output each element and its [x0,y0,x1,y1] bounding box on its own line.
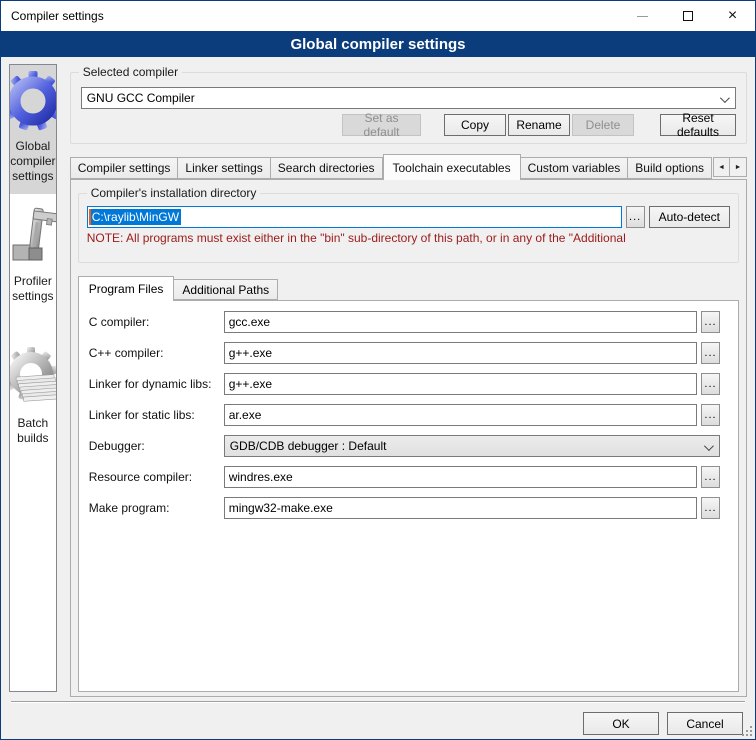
dialog-header-title: Global compiler settings [290,36,465,53]
sidebar-item-batch-builds[interactable]: Batch builds [10,340,56,456]
installation-directory-group: Compiler's installation directory C:\ray… [78,193,739,263]
sidebar-item-profiler-settings[interactable]: Profiler settings [10,198,56,314]
tab-search-directories[interactable]: Search directories [271,157,383,179]
sidebar-item-label: Batch builds [12,416,54,446]
maximize-icon [683,11,693,21]
dynamic-linker-label: Linker for dynamic libs: [89,377,224,391]
selected-compiler-group: Selected compiler GNU GCC Compiler Set a… [70,72,747,144]
tab-scroll-right-button[interactable]: ► [730,157,747,177]
minimize-button[interactable] [620,1,665,31]
program-files-panel: C compiler: ... C++ compiler: ... Linker… [78,300,739,692]
make-program-label: Make program: [89,501,224,515]
resource-compiler-input[interactable] [224,466,697,488]
cancel-button[interactable]: Cancel [667,712,743,735]
static-linker-row: Linker for static libs: ... [89,404,720,426]
tab-custom-variables[interactable]: Custom variables [521,157,629,179]
cpp-compiler-input[interactable] [224,342,697,364]
minimize-icon [637,16,648,17]
resource-compiler-label: Resource compiler: [89,470,224,484]
cpp-compiler-row: C++ compiler: ... [89,342,720,364]
dialog-header: Global compiler settings [1,31,755,57]
tab-linker-settings[interactable]: Linker settings [178,157,270,179]
set-as-default-button[interactable]: Set as default [342,114,421,136]
static-linker-browse-button[interactable]: ... [701,404,720,426]
compiler-select-value: GNU GCC Compiler [87,91,195,105]
resize-grip-icon[interactable] [740,724,752,736]
sidebar-item-global-compiler-settings[interactable]: Global compiler settings [10,65,56,194]
settings-tab-strip: Compiler settings Linker settings Search… [70,153,747,179]
arrow-right-icon: ► [735,164,742,171]
caliper-icon [9,204,57,268]
tab-compiler-settings[interactable]: Compiler settings [70,157,179,179]
reset-defaults-button[interactable]: Reset defaults [660,114,736,136]
c-compiler-row: C compiler: ... [89,311,720,333]
sidebar-item-label: Global compiler settings [10,139,55,184]
ok-button[interactable]: OK [583,712,659,735]
installation-directory-input[interactable]: C:\raylib\MinGW [87,206,622,228]
auto-detect-button[interactable]: Auto-detect [649,206,730,228]
close-button[interactable]: × [710,1,755,31]
make-program-browse-button[interactable]: ... [701,497,720,519]
dynamic-linker-browse-button[interactable]: ... [701,373,720,395]
compiler-select[interactable]: GNU GCC Compiler [81,87,736,109]
cpp-compiler-label: C++ compiler: [89,346,224,360]
static-linker-input[interactable] [224,404,697,426]
bin-subdirectory-note: NOTE: All programs must exist either in … [87,231,730,245]
rename-button[interactable]: Rename [508,114,570,136]
resource-compiler-row: Resource compiler: ... [89,466,720,488]
title-bar: Compiler settings × [1,1,755,31]
tab-scroll-left-button[interactable]: ◄ [713,157,730,177]
installation-directory-legend: Compiler's installation directory [87,186,261,200]
tab-build-options[interactable]: Build options [628,157,712,179]
installation-directory-value: C:\raylib\MinGW [91,209,181,225]
static-linker-label: Linker for static libs: [89,408,224,422]
dynamic-linker-input[interactable] [224,373,697,395]
arrow-left-icon: ◄ [718,164,725,171]
chevron-down-icon [704,441,714,451]
toolchain-executables-page: Compiler's installation directory C:\ray… [70,179,747,697]
program-files-tab-strip: Program Files Additional Paths [78,275,739,300]
delete-button[interactable]: Delete [572,114,634,136]
copy-button[interactable]: Copy [444,114,506,136]
cpp-compiler-browse-button[interactable]: ... [701,342,720,364]
debugger-select[interactable]: GDB/CDB debugger : Default [224,435,720,457]
tab-toolchain-executables[interactable]: Toolchain executables [383,154,521,180]
browse-directory-button[interactable]: ... [626,206,645,228]
debugger-row: Debugger: GDB/CDB debugger : Default [89,435,720,457]
debugger-label: Debugger: [89,439,224,453]
chevron-down-icon [720,93,730,103]
subtab-program-files[interactable]: Program Files [78,276,175,301]
resource-compiler-browse-button[interactable]: ... [701,466,720,488]
footer: OK Cancel [1,703,755,735]
selected-compiler-legend: Selected compiler [79,65,182,79]
c-compiler-input[interactable] [224,311,697,333]
gray-gear-stack-icon [9,346,57,410]
make-program-row: Make program: ... [89,497,720,519]
dynamic-linker-row: Linker for dynamic libs: ... [89,373,720,395]
subtab-additional-paths[interactable]: Additional Paths [174,279,278,300]
make-program-input[interactable] [224,497,697,519]
compiler-settings-dialog: Compiler settings × Global compiler sett… [0,0,756,740]
blue-gear-icon [9,69,57,133]
sidebar-item-label: Profiler settings [12,274,54,304]
window-title: Compiler settings [1,9,620,23]
maximize-button[interactable] [665,1,710,31]
settings-category-list: Global compiler settings [9,64,57,692]
debugger-select-value: GDB/CDB debugger : Default [230,439,387,453]
close-icon: × [728,8,737,24]
c-compiler-browse-button[interactable]: ... [701,311,720,333]
c-compiler-label: C compiler: [89,315,224,329]
